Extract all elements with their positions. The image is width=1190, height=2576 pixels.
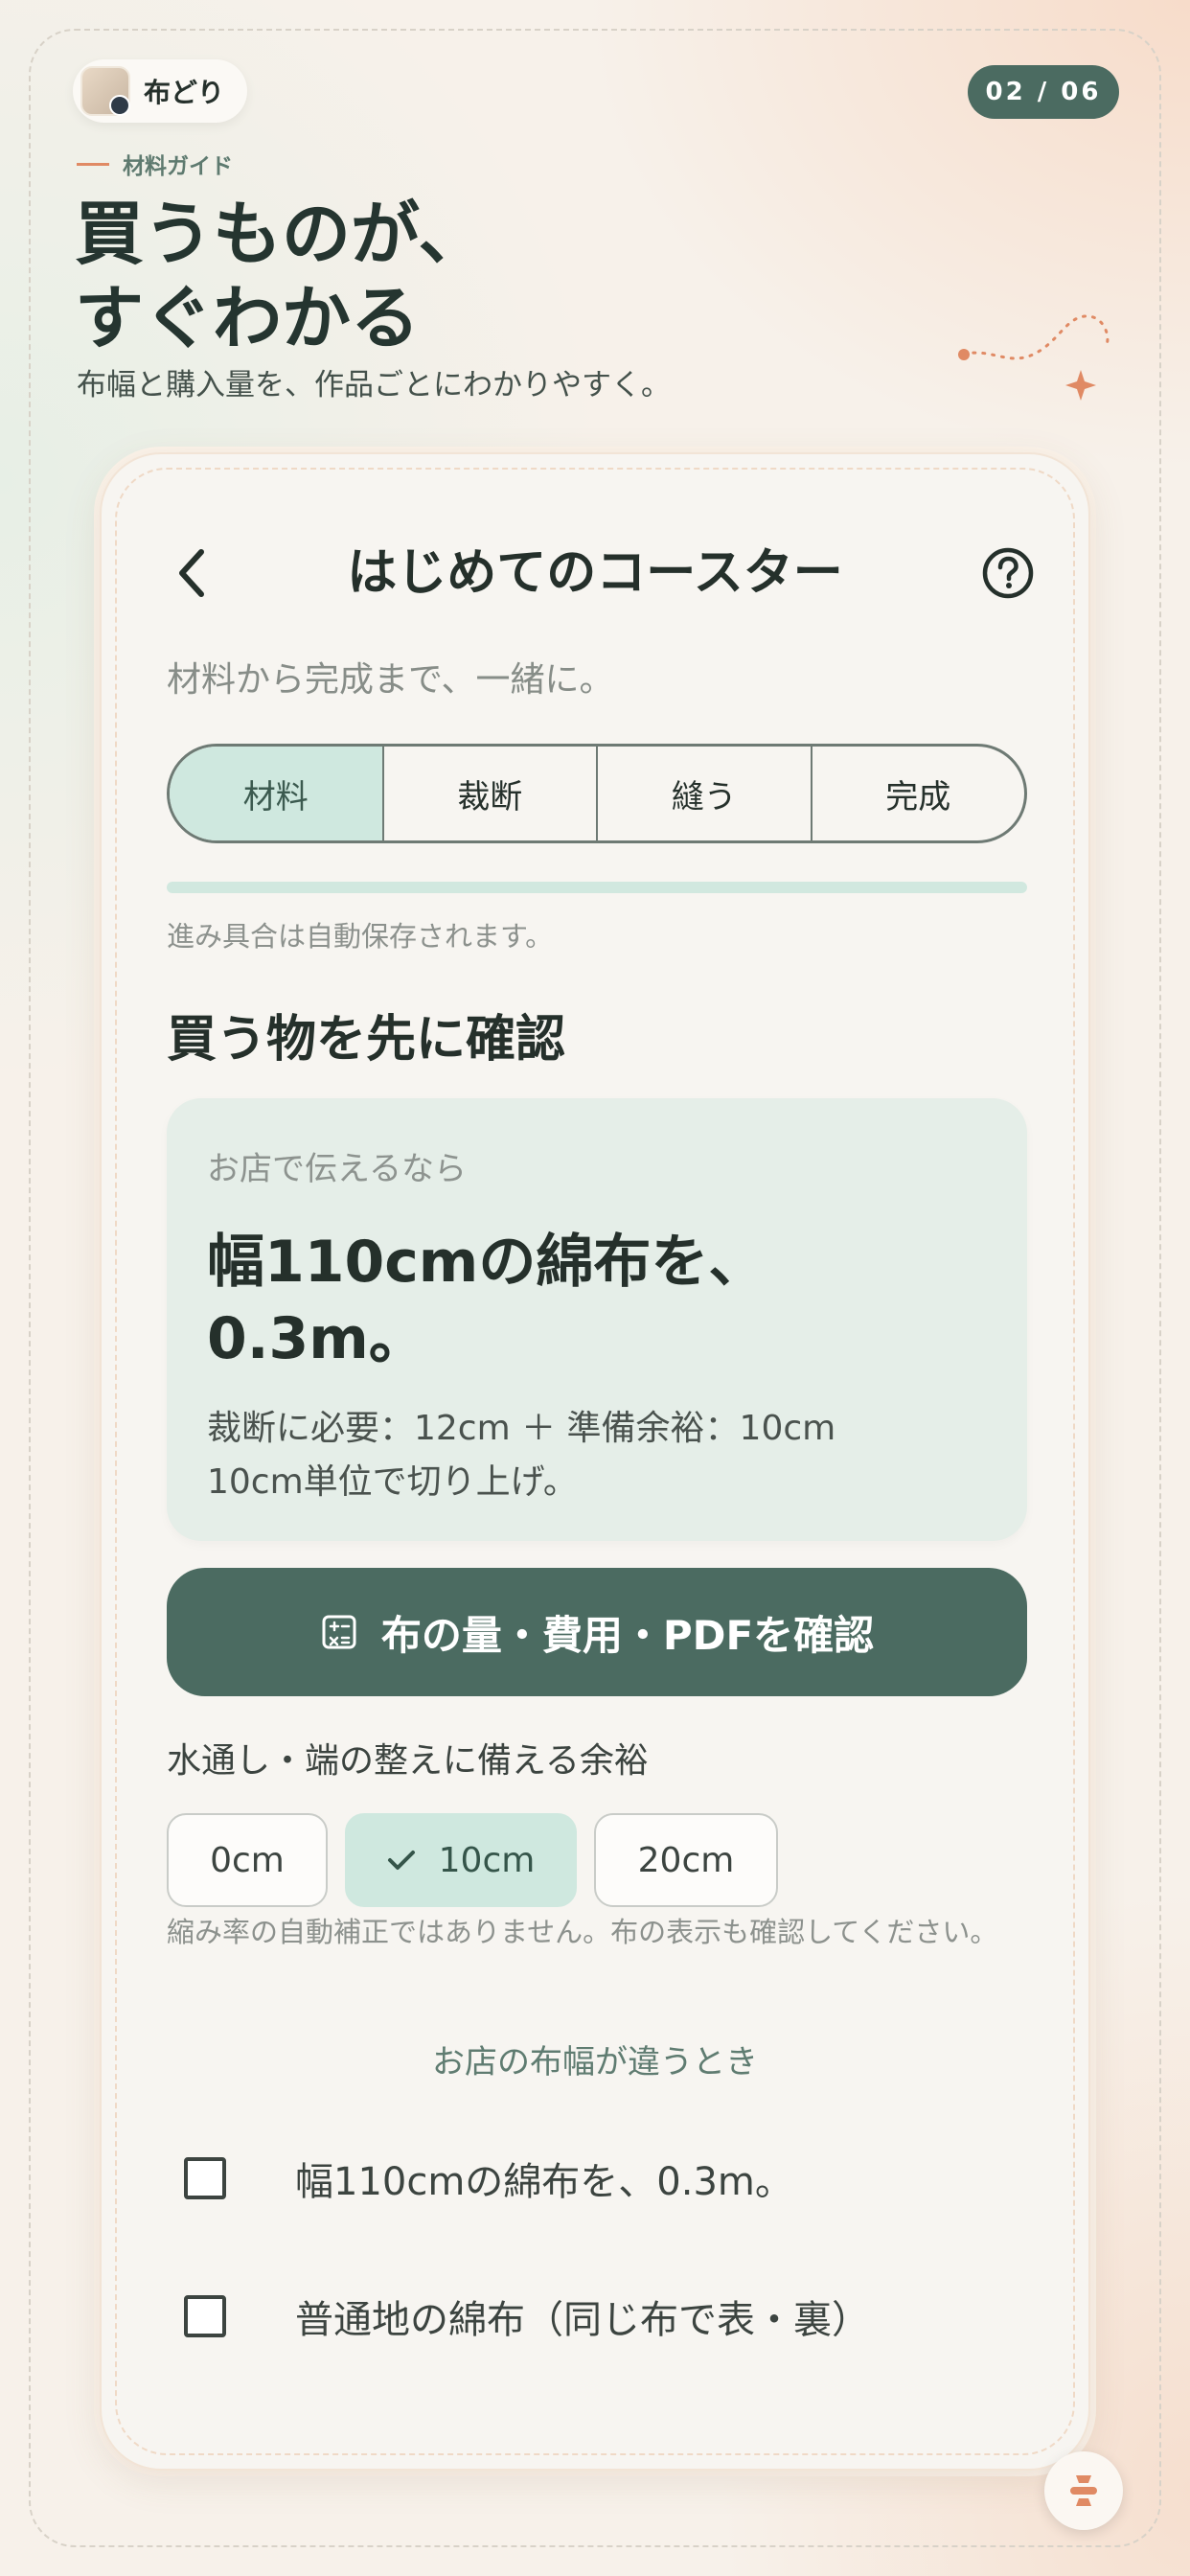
allowance-option-20cm[interactable]: 20cm <box>594 1813 778 1907</box>
check-icon <box>387 1851 415 1870</box>
checklist-label: 幅110cmの綿布を、0.3m。 <box>295 2160 793 2204</box>
dotted-path-decoration-icon <box>958 314 1110 401</box>
hero-headline: 買うものが、 すぐわかる <box>75 194 488 358</box>
allowance-note: 縮み率の自動補正ではありません。布の表示も確認してください。 <box>167 1916 998 1948</box>
allowance-option-10cm[interactable]: 10cm <box>345 1813 577 1907</box>
checklist-item[interactable]: 幅110cmの綿布を、0.3m。 <box>184 2150 793 2206</box>
thread-spool-icon <box>1070 2475 1097 2506</box>
checkbox[interactable] <box>184 2157 226 2199</box>
screen-subtitle: 材料から完成まで、一緒に。 <box>167 660 614 700</box>
step-tabs: 材料 裁断 縫う 完成 <box>167 744 1027 843</box>
eyebrow: 材料ガイド <box>77 148 233 180</box>
tab-materials[interactable]: 材料 <box>170 747 384 840</box>
checklist-label: 普通地の綿布（同じ布で表・裏） <box>295 2298 870 2342</box>
summary-detail: 裁断に必要：12cm ＋ 準備余裕：10cm 10cm単位で切り上げ。 <box>207 1409 836 1502</box>
summary-main: 幅110cmの綿布を、 0.3m。 <box>207 1229 767 1372</box>
screen-title: はじめてのコースター <box>347 544 843 602</box>
allowance-option-label: 0cm <box>210 1840 285 1880</box>
help-button[interactable] <box>977 542 1039 604</box>
summary-kicker: お店で伝えるなら <box>207 1150 467 1188</box>
progress-bar <box>167 882 1027 893</box>
different-width-link[interactable]: お店の布幅が違うとき <box>102 2036 1088 2082</box>
brand-name: 布どり <box>144 77 225 108</box>
check-amount-label: 布の量・費用・PDFを確認 <box>380 1611 875 1659</box>
checklist-item[interactable]: 普通地の綿布（同じ布で表・裏） <box>184 2288 870 2344</box>
allowance-option-label: 20cm <box>637 1840 735 1880</box>
tab-cutting[interactable]: 裁断 <box>384 747 598 840</box>
fabric-thumbnail-icon <box>80 66 130 116</box>
calculator-icon <box>322 1615 356 1649</box>
page-counter: 02 / 06 <box>968 65 1119 119</box>
allowance-option-label: 10cm <box>438 1840 536 1880</box>
help-icon <box>982 547 1034 599</box>
checkbox[interactable] <box>184 2295 226 2337</box>
allowance-option-0cm[interactable]: 0cm <box>167 1813 328 1907</box>
app-preview-card: はじめてのコースター 材料から完成まで、一緒に。 材料 裁断 縫う 完成 進み具… <box>100 452 1090 2471</box>
progress-fill <box>167 882 1027 893</box>
allowance-options: 0cm 10cm 20cm <box>167 1813 778 1907</box>
eyebrow-line <box>77 162 109 166</box>
tab-sewing[interactable]: 縫う <box>598 747 812 840</box>
eyebrow-label: 材料ガイド <box>123 154 233 179</box>
autosave-note: 進み具合は自動保存されます。 <box>167 920 554 953</box>
hero-lead: 布幅と購入量を、作品ごとにわかりやすく。 <box>77 368 671 402</box>
brand-pill: 布どり <box>73 59 248 123</box>
shopping-summary-box: お店で伝えるなら 幅110cmの綿布を、 0.3m。 裁断に必要：12cm ＋ … <box>167 1098 1027 1541</box>
allowance-label: 水通し・端の整えに備える余裕 <box>167 1741 649 1781</box>
floating-action-button[interactable] <box>1044 2451 1123 2530</box>
check-amount-button[interactable]: 布の量・費用・PDFを確認 <box>167 1568 1027 1696</box>
tab-finish[interactable]: 完成 <box>812 747 1025 840</box>
section-title: 買う物を先に確認 <box>167 1011 566 1069</box>
